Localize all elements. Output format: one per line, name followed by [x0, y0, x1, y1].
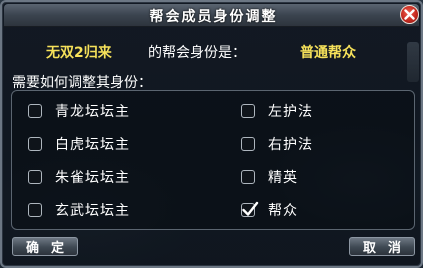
option-member[interactable]: 帮众	[241, 200, 298, 220]
background-scroll-handle	[407, 42, 419, 82]
option-qinglong-master[interactable]: 青龙坛坛主	[28, 101, 130, 121]
option-label: 右护法	[268, 137, 313, 153]
adjust-question: 需要如何调整其身份：	[12, 75, 152, 91]
checkbox[interactable]	[28, 104, 42, 118]
member-name: 无双2归来	[46, 45, 112, 61]
option-label: 精英	[268, 170, 298, 186]
checkbox-checked[interactable]	[241, 201, 259, 217]
guild-member-role-dialog: 帮会成员身份调整 无双2归来 的帮会身份是： 普通帮众 需要如何调整其身份： 青…	[0, 0, 423, 268]
option-elite[interactable]: 精英	[241, 167, 298, 187]
option-right-guardian[interactable]: 右护法	[241, 134, 313, 154]
checkbox[interactable]	[241, 137, 255, 151]
current-role: 普通帮众	[300, 45, 356, 61]
close-x-icon	[404, 5, 415, 24]
dialog-title: 帮会成员身份调整	[149, 9, 278, 25]
option-label: 帮众	[268, 203, 298, 219]
option-xuanwu-master[interactable]: 玄武坛坛主	[28, 200, 130, 220]
confirm-button[interactable]: 确定	[12, 237, 78, 256]
checkbox[interactable]	[28, 137, 42, 151]
checkbox[interactable]	[241, 104, 255, 118]
option-label: 左护法	[268, 104, 313, 120]
role-prompt: 的帮会身份是：	[148, 45, 246, 61]
checkbox[interactable]	[28, 170, 42, 184]
checkmark-icon	[242, 201, 259, 216]
option-label: 白虎坛坛主	[55, 137, 130, 153]
option-left-guardian[interactable]: 左护法	[241, 101, 313, 121]
close-button[interactable]	[400, 5, 419, 24]
cancel-button[interactable]: 取消	[349, 237, 415, 256]
option-baihu-master[interactable]: 白虎坛坛主	[28, 134, 130, 154]
role-options-panel: 青龙坛坛主 白虎坛坛主 朱雀坛坛主 玄武坛坛主 左护法 右护法 精英 帮众	[11, 90, 415, 230]
option-label: 玄武坛坛主	[55, 203, 130, 219]
option-label: 青龙坛坛主	[55, 104, 130, 120]
checkbox[interactable]	[241, 170, 255, 184]
option-zhuque-master[interactable]: 朱雀坛坛主	[28, 167, 130, 187]
option-label: 朱雀坛坛主	[55, 170, 130, 186]
checkbox[interactable]	[28, 203, 42, 217]
